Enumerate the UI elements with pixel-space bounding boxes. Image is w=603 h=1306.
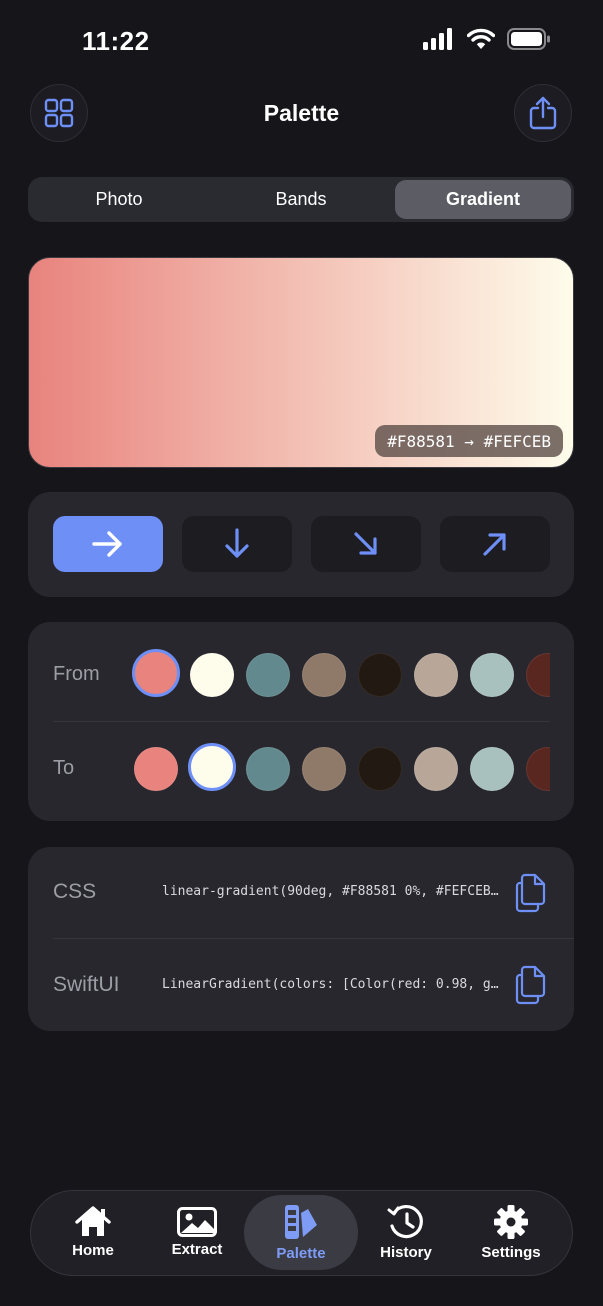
to-swatch[interactable] [470, 747, 514, 791]
from-swatch[interactable] [358, 653, 402, 697]
tab-home[interactable]: Home [41, 1195, 145, 1270]
from-swatch-row [132, 649, 550, 701]
copy-css-button[interactable] [511, 871, 551, 915]
css-label: CSS [53, 880, 97, 903]
css-code: linear-gradient(90deg, #F88581 0%, #FEFC… [162, 884, 502, 899]
arrow-down-icon [225, 528, 249, 558]
direction-right-button[interactable] [53, 516, 163, 572]
tab-extract[interactable]: Extract [145, 1195, 249, 1270]
gear-icon [494, 1205, 528, 1239]
status-icons [423, 28, 551, 50]
battery-icon [507, 28, 550, 50]
from-swatch[interactable] [302, 653, 346, 697]
status-time: 11:22 [82, 26, 150, 56]
from-swatch[interactable] [246, 653, 290, 697]
to-swatch-row [132, 743, 550, 795]
copy-icon [515, 965, 546, 1005]
to-swatch[interactable] [246, 747, 290, 791]
direction-down-button[interactable] [182, 516, 292, 572]
tab-palette-label: Palette [276, 1245, 326, 1262]
from-label: From [53, 663, 100, 685]
segment-bands[interactable]: Bands [211, 180, 391, 219]
to-label: To [53, 757, 75, 779]
image-icon [177, 1207, 217, 1237]
to-swatch[interactable] [134, 747, 178, 791]
tab-settings[interactable]: Settings [459, 1195, 563, 1270]
tab-settings-label: Settings [481, 1244, 541, 1261]
tab-palette[interactable]: Palette [244, 1195, 358, 1270]
from-swatch[interactable] [414, 653, 458, 697]
home-icon [75, 1206, 111, 1236]
divider [53, 938, 574, 939]
from-swatch[interactable] [526, 653, 550, 697]
arrow-right-icon [92, 531, 122, 557]
from-swatch[interactable] [470, 653, 514, 697]
copy-icon [515, 873, 546, 913]
swiftui-code: LinearGradient(colors: [Color(red: 0.98,… [162, 977, 502, 992]
tab-history[interactable]: History [354, 1195, 458, 1270]
gradient-preview: #F88581 → #FEFCEB [28, 257, 574, 468]
palette-icon [285, 1205, 317, 1239]
history-icon [387, 1205, 423, 1239]
color-stops-card: From To [28, 622, 574, 821]
cellular-signal-icon [423, 28, 452, 50]
to-swatch[interactable] [302, 747, 346, 791]
tab-history-label: History [380, 1244, 432, 1261]
from-swatch[interactable] [132, 649, 180, 697]
to-swatch[interactable] [414, 747, 458, 791]
from-swatch[interactable] [190, 653, 234, 697]
arrow-up-right-icon [483, 533, 506, 556]
share-icon [529, 96, 557, 130]
copy-swiftui-button[interactable] [511, 963, 551, 1007]
direction-up-right-button[interactable] [440, 516, 550, 572]
swiftui-label: SwiftUI [53, 973, 120, 996]
direction-down-right-button[interactable] [311, 516, 421, 572]
wifi-icon [467, 28, 495, 49]
share-button[interactable] [514, 84, 572, 142]
to-swatch[interactable] [526, 747, 550, 791]
arrow-down-right-icon [354, 532, 377, 555]
to-swatch[interactable] [188, 743, 236, 791]
page-title: Palette [263, 100, 340, 126]
gradient-hex-label: #F88581 → #FEFCEB [375, 425, 563, 457]
segment-gradient[interactable]: Gradient [395, 180, 571, 219]
tab-home-label: Home [72, 1242, 114, 1259]
mode-segmented-control: Photo Bands Gradient [28, 177, 574, 222]
to-swatch[interactable] [358, 747, 402, 791]
tab-extract-label: Extract [171, 1241, 223, 1258]
tab-bar: Home Extract Palette History Settings [30, 1190, 573, 1276]
direction-card [28, 492, 574, 597]
segment-photo[interactable]: Photo [31, 180, 207, 219]
code-export-card: CSS linear-gradient(90deg, #F88581 0%, #… [28, 847, 574, 1031]
divider [53, 721, 550, 722]
